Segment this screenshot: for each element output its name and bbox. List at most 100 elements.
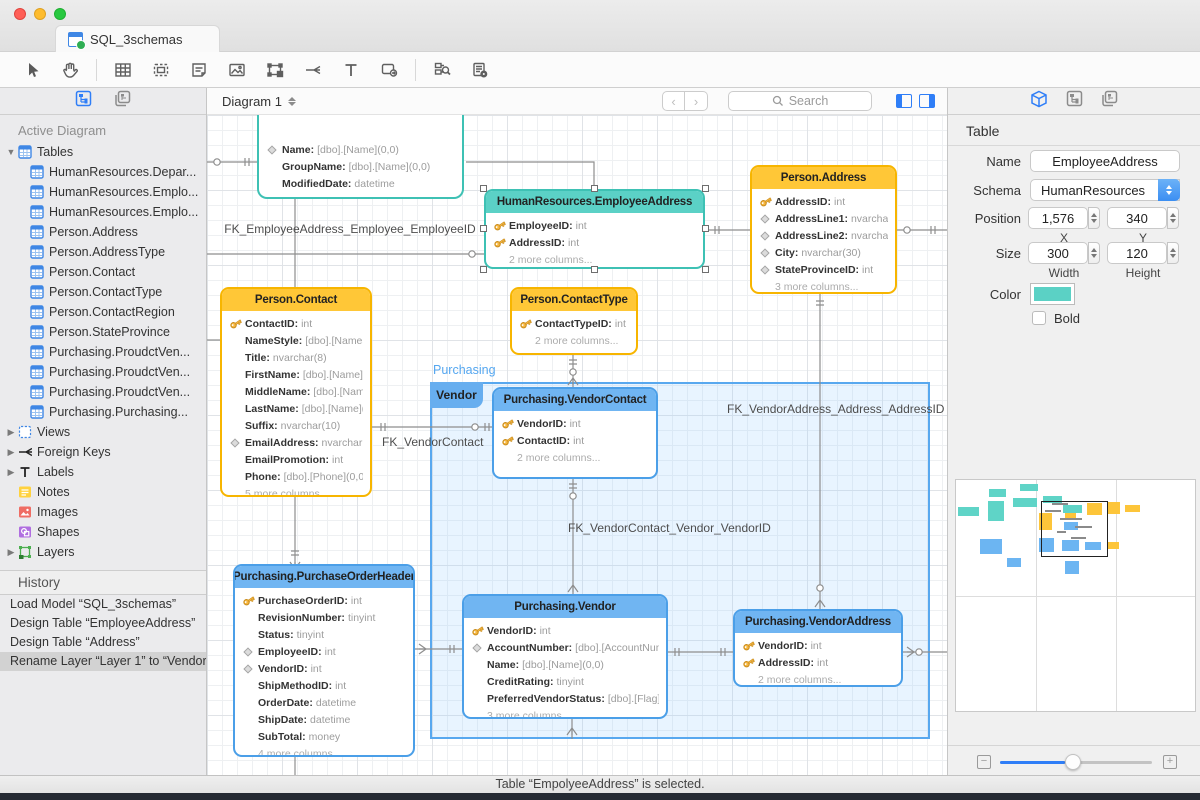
table-field[interactable]: SubTotal:money <box>242 728 406 745</box>
fk-relationship-label[interactable]: FK_VendorContact_Vendor_VendorID <box>568 521 758 535</box>
bold-checkbox[interactable] <box>1032 311 1046 325</box>
new-view-tool-button[interactable] <box>149 58 173 82</box>
table-field[interactable]: VendorID:int <box>501 415 649 432</box>
forward-button[interactable]: › <box>685 91 708 111</box>
select-tool-button[interactable] <box>20 58 44 82</box>
tree-item-labels[interactable]: ▶Labels <box>0 462 206 482</box>
layer-tool-button[interactable] <box>377 58 401 82</box>
table-field[interactable]: NameStyle:[dbo].[NameSt... <box>229 332 363 349</box>
table-card-purchasing-vendor[interactable]: Purchasing.VendorVendorID:intAccountNumb… <box>462 594 668 719</box>
table-field[interactable]: OrderDate:datetime <box>242 694 406 711</box>
table-field[interactable]: ShipMethodID:int <box>242 677 406 694</box>
diagram-tree-tab-icon[interactable] <box>75 90 92 112</box>
tree-item-purchasing-proudctven-[interactable]: Purchasing.ProudctVen... <box>0 382 206 402</box>
table-card-purchasing-vendoraddress[interactable]: Purchasing.VendorAddressVendorID:intAddr… <box>733 609 903 687</box>
table-field[interactable]: FirstName:[dbo].[Name](0... <box>229 366 363 383</box>
table-field[interactable]: Title:nvarchar(8) <box>229 349 363 366</box>
tree-item-tables[interactable]: ▼Tables <box>0 142 206 162</box>
table-field[interactable]: PurchaseOrderID:int <box>242 592 406 609</box>
selection-handle[interactable] <box>480 225 487 232</box>
selection-handle[interactable] <box>702 185 709 192</box>
hand-tool-button[interactable] <box>58 58 82 82</box>
selection-handle[interactable] <box>702 225 709 232</box>
close-window-button[interactable] <box>14 8 26 20</box>
table-card-humanresources-employeeaddress[interactable]: HumanResources.EmployeeAddressEmployeeID… <box>484 189 705 269</box>
toggle-left-panel-icon[interactable] <box>896 94 912 108</box>
history-item[interactable]: Rename Layer “Layer 1” to “Vendor” <box>0 652 206 671</box>
selection-handle[interactable] <box>480 185 487 192</box>
position-y-stepper[interactable] <box>1167 207 1179 229</box>
search-input[interactable]: Search <box>728 91 872 111</box>
table-field[interactable]: AddressLine2:nvarchar(... <box>759 227 888 244</box>
minimize-window-button[interactable] <box>34 8 46 20</box>
tree-item-person-contact[interactable]: Person.Contact <box>0 262 206 282</box>
layer-name-tab[interactable]: Vendor <box>430 382 483 408</box>
table-field[interactable]: VendorID:int <box>471 622 659 639</box>
width-field[interactable] <box>1028 242 1088 264</box>
disclosure-right-icon[interactable]: ▶ <box>6 547 16 558</box>
tree-item-notes[interactable]: Notes <box>0 482 206 502</box>
zoom-window-button[interactable] <box>54 8 66 20</box>
table-field[interactable]: EmailPromotion:int <box>229 451 363 468</box>
tree-item-purchasing-proudctven-[interactable]: Purchasing.ProudctVen... <box>0 342 206 362</box>
disclosure-right-icon[interactable]: ▶ <box>6 427 16 438</box>
table-field[interactable]: ContactID:int <box>229 315 363 332</box>
diagram-canvas[interactable]: PurchasingVendorName:[dbo].[Name](0,0)Gr… <box>207 115 947 775</box>
history-item[interactable]: Load Model “SQL_3schemas” <box>0 595 206 614</box>
model-options-button[interactable] <box>468 58 492 82</box>
fk-relationship-label[interactable]: FK_EmployeeAddress_Employee_EmployeeID <box>220 222 480 236</box>
tree-item-purchasing-proudctven-[interactable]: Purchasing.ProudctVen... <box>0 362 206 382</box>
table-field[interactable]: AddressLine1:nvarchar(... <box>759 210 888 227</box>
fk-relationship-label[interactable]: FK_VendorAddress_Address_AddressID <box>727 402 927 416</box>
auto-layout-button[interactable] <box>430 58 454 82</box>
table-field[interactable]: Name:[dbo].[Name](0,0) <box>471 656 659 673</box>
table-field[interactable]: GroupName:[dbo].[Name](0,0) <box>266 158 455 175</box>
table-field[interactable]: EmployeeID:int <box>493 217 696 234</box>
table-field[interactable]: EmployeeID:int <box>242 643 406 660</box>
diagram-list-tab-icon[interactable] <box>1101 90 1118 112</box>
group-tool-button[interactable] <box>263 58 287 82</box>
tree-item-humanresources-depar-[interactable]: HumanResources.Depar... <box>0 162 206 182</box>
disclosure-down-icon[interactable]: ▼ <box>6 147 16 157</box>
tree-item-foreign-keys[interactable]: ▶Foreign Keys <box>0 442 206 462</box>
schema-dropdown-button[interactable] <box>1158 179 1180 201</box>
tree-item-images[interactable]: Images <box>0 502 206 522</box>
table-field[interactable]: ModifiedDate:datetime <box>266 175 455 192</box>
table-field[interactable]: AccountNumber:[dbo].[AccountNumber](... <box>471 639 659 656</box>
selection-handle[interactable] <box>702 266 709 273</box>
tree-item-shapes[interactable]: Shapes <box>0 522 206 542</box>
zoom-in-button[interactable]: + <box>1163 755 1177 769</box>
disclosure-right-icon[interactable]: ▶ <box>6 467 16 478</box>
toggle-right-panel-icon[interactable] <box>919 94 935 108</box>
table-field[interactable]: AddressID:int <box>759 193 888 210</box>
table-field[interactable]: EmailAddress:nvarchar(50) <box>229 434 363 451</box>
tree-item-person-contactregion[interactable]: Person.ContactRegion <box>0 302 206 322</box>
new-table-tool-button[interactable] <box>111 58 135 82</box>
properties-tab-icon[interactable] <box>1030 90 1048 113</box>
diagram-tree-tab-icon[interactable] <box>1066 90 1083 112</box>
table-card-person-contact[interactable]: Person.ContactContactID:intNameStyle:[db… <box>220 287 372 497</box>
width-stepper[interactable] <box>1088 242 1100 264</box>
table-field[interactable]: AddressID:int <box>493 234 696 251</box>
insert-image-tool-button[interactable] <box>225 58 249 82</box>
height-stepper[interactable] <box>1167 242 1179 264</box>
tree-item-humanresources-emplo-[interactable]: HumanResources.Emplo... <box>0 202 206 222</box>
table-field[interactable]: Suffix:nvarchar(10) <box>229 417 363 434</box>
selection-handle[interactable] <box>591 185 598 192</box>
tree-item-person-address[interactable]: Person.Address <box>0 222 206 242</box>
diagram-minimap[interactable] <box>955 479 1196 712</box>
history-item[interactable]: Design Table “EmployeeAddress” <box>0 614 206 633</box>
text-label-tool-button[interactable] <box>339 58 363 82</box>
table-field[interactable]: LastName:[dbo].[Name](0... <box>229 400 363 417</box>
new-note-tool-button[interactable] <box>187 58 211 82</box>
tree-item-views[interactable]: ▶Views <box>0 422 206 442</box>
back-button[interactable]: ‹ <box>662 91 685 111</box>
table-field[interactable]: PreferredVendorStatus:[dbo].[Flag](0,0) <box>471 690 659 707</box>
selection-handle[interactable] <box>480 266 487 273</box>
table-field[interactable]: MiddleName:[dbo].[Name]... <box>229 383 363 400</box>
document-tab[interactable]: SQL_3schemas <box>55 25 220 52</box>
color-swatch-button[interactable] <box>1030 283 1075 305</box>
table-field[interactable]: ContactID:int <box>501 432 649 449</box>
tree-item-person-stateprovince[interactable]: Person.StateProvince <box>0 322 206 342</box>
table-field[interactable]: City:nvarchar(30) <box>759 244 888 261</box>
